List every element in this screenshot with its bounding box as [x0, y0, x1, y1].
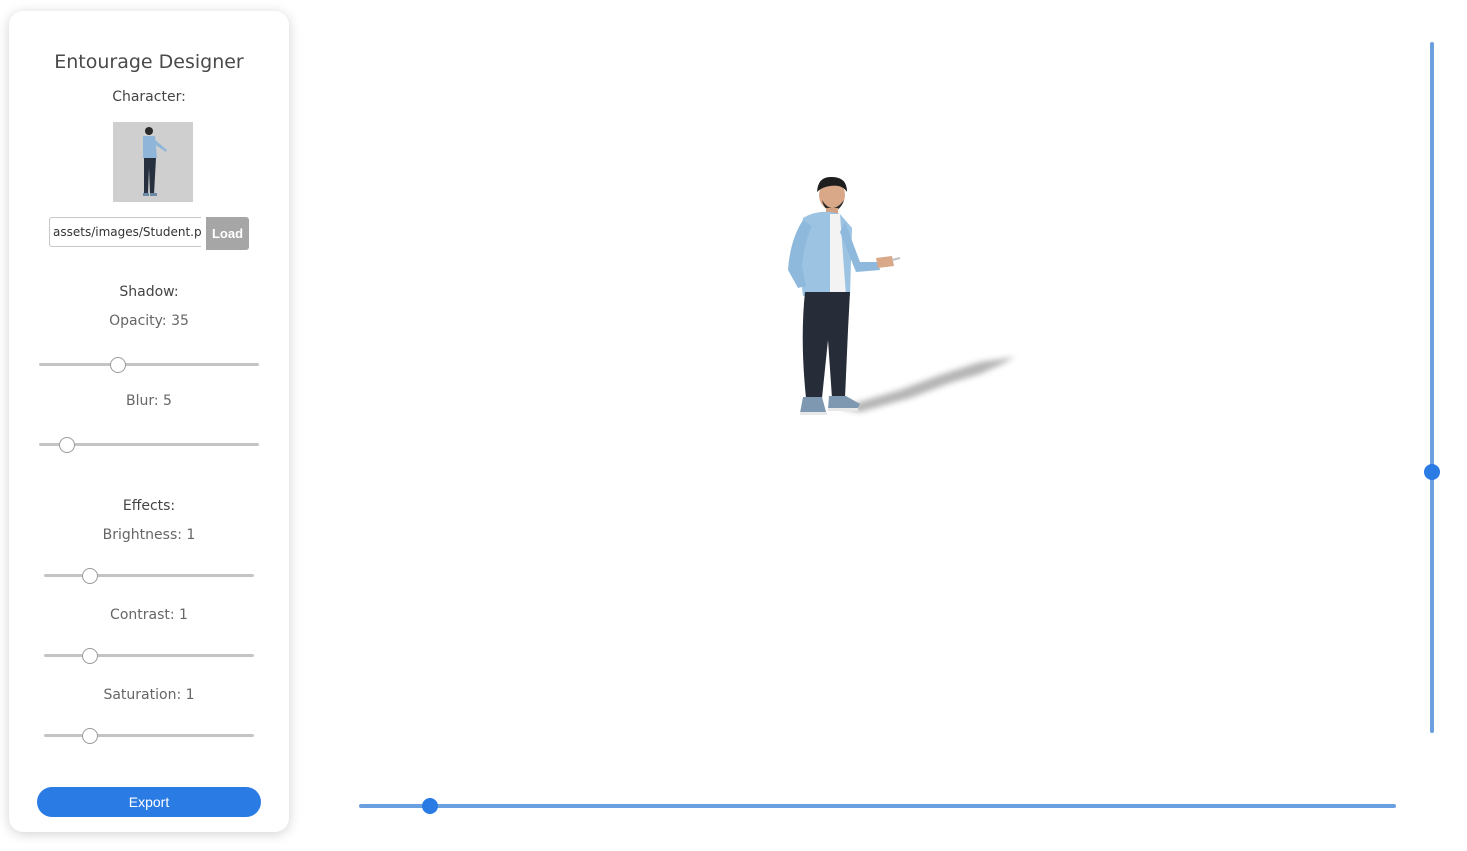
control-panel: Entourage Designer Character: Load Shado… [9, 11, 289, 832]
vertical-position-slider-knob[interactable] [1424, 464, 1440, 480]
character-heading: Character: [112, 89, 186, 105]
saturation-slider-track[interactable] [44, 734, 254, 737]
shadow-heading: Shadow: [119, 284, 179, 300]
horizontal-position-slider-track[interactable] [359, 804, 1396, 808]
export-button[interactable]: Export [37, 787, 261, 817]
saturation-slider-knob[interactable] [82, 728, 98, 744]
opacity-slider-knob[interactable] [110, 357, 126, 373]
contrast-slider-knob[interactable] [82, 648, 98, 664]
horizontal-position-slider-knob[interactable] [422, 798, 438, 814]
opacity-label: Opacity: 35 [109, 313, 189, 329]
blur-slider-knob[interactable] [59, 437, 75, 453]
image-path-input[interactable] [49, 217, 201, 247]
vertical-position-slider-track[interactable] [1430, 42, 1434, 733]
preview-canvas [300, 0, 1410, 790]
blur-label: Blur: 5 [126, 393, 172, 409]
standing-man-thumbnail-icon [143, 127, 167, 196]
opacity-slider-track[interactable] [39, 363, 259, 366]
saturation-label: Saturation: 1 [103, 687, 195, 703]
character-thumbnail[interactable] [113, 122, 193, 202]
brightness-label: Brightness: 1 [102, 527, 196, 543]
contrast-label: Contrast: 1 [110, 607, 188, 623]
effects-heading: Effects: [122, 498, 176, 514]
contrast-slider-track[interactable] [44, 654, 254, 657]
brightness-slider-knob[interactable] [82, 568, 98, 584]
man-with-shadow-icon [788, 176, 1015, 415]
panel-title: Entourage Designer [54, 51, 244, 73]
load-button[interactable]: Load [206, 217, 249, 250]
brightness-slider-track[interactable] [44, 574, 254, 577]
